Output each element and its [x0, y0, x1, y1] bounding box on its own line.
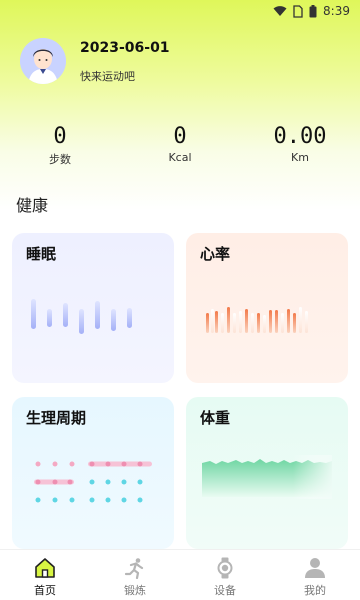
stat-distance: 0.00 Km	[240, 124, 360, 167]
card-sleep[interactable]: 睡眠	[12, 233, 174, 383]
sim-card-icon	[293, 4, 303, 18]
battery-icon	[309, 4, 317, 17]
nav-item-exercise[interactable]: 锻炼	[90, 550, 180, 600]
avatar[interactable]	[20, 38, 66, 84]
stat-kcal-label: Kcal	[168, 151, 192, 164]
card-menstrual-cycle[interactable]: 生理周期	[12, 397, 174, 549]
wifi-icon	[273, 6, 287, 16]
stat-steps: 0 步数	[0, 124, 120, 167]
stat-steps-value: 0	[53, 124, 67, 149]
nav-item-profile[interactable]: 我的	[270, 550, 360, 600]
stat-steps-label: 步数	[48, 153, 71, 166]
profile-slogan: 快来运动吧	[80, 70, 135, 83]
sleep-bars-graphic	[31, 299, 132, 334]
stat-kcal-value: 0	[173, 124, 187, 149]
nav-item-home[interactable]: 首页	[0, 550, 90, 600]
status-time: 8:39	[323, 4, 350, 18]
cycle-dots-graphic	[34, 461, 152, 503]
running-icon	[124, 558, 144, 579]
heart-rate-bars-graphic	[206, 307, 308, 333]
profile-section: 2023-06-01 快来运动吧	[20, 38, 170, 84]
header-background	[0, 0, 360, 210]
stats-row: 0 步数 0 Kcal 0.00 Km	[0, 124, 360, 167]
watch-icon	[217, 557, 233, 579]
card-heart-rate[interactable]: 心率	[186, 233, 348, 383]
section-title-health: 健康	[16, 196, 49, 215]
bottom-nav: 首页 锻炼 设备 我的	[0, 549, 360, 600]
nav-label-devices: 设备	[214, 584, 236, 597]
nav-item-devices[interactable]: 设备	[180, 550, 270, 600]
nav-label-exercise: 锻炼	[124, 584, 146, 597]
profile-date: 2023-06-01	[80, 40, 170, 56]
stat-distance-label: Km	[290, 151, 309, 164]
stat-distance-value: 0.00	[273, 124, 327, 149]
card-weight[interactable]: 体重	[186, 397, 348, 549]
weight-area-graphic	[202, 455, 332, 499]
nav-label-home: 首页	[34, 584, 56, 597]
stat-kcal: 0 Kcal	[120, 124, 240, 167]
person-icon	[305, 558, 325, 578]
nav-label-profile: 我的	[304, 584, 326, 597]
status-bar: 8:39	[0, 0, 360, 22]
home-icon	[35, 558, 55, 578]
